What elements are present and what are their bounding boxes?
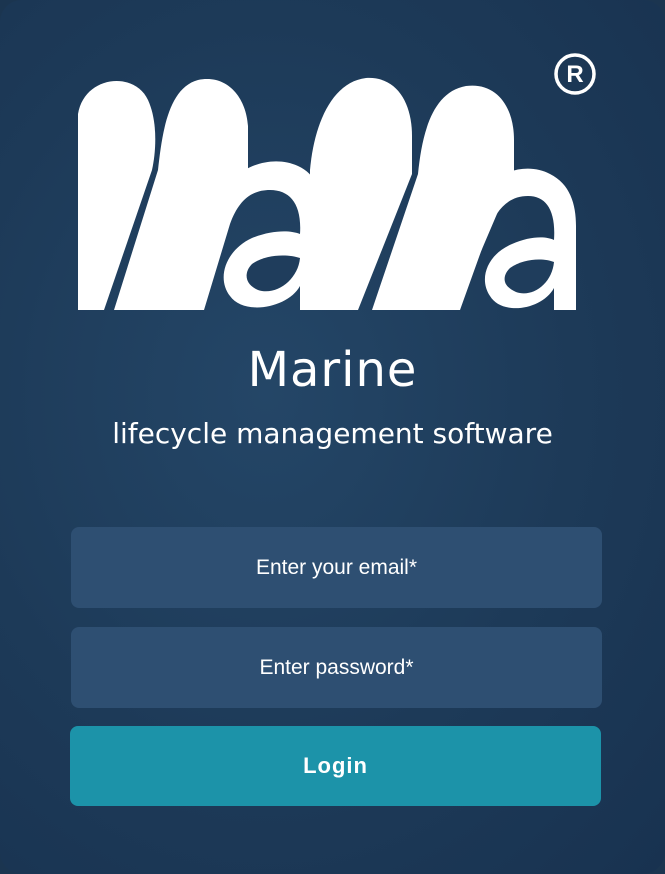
email-field[interactable] xyxy=(71,527,602,608)
login-button[interactable]: Login xyxy=(70,726,601,806)
mama-logo xyxy=(76,74,576,310)
brand-title: Marine xyxy=(247,342,418,398)
registered-trademark-icon: R xyxy=(553,52,597,96)
login-card: R Marine lifecycle management software L… xyxy=(0,0,665,874)
brand-subtitle: lifecycle management software xyxy=(112,417,553,450)
password-field[interactable] xyxy=(71,627,602,708)
svg-text:R: R xyxy=(566,61,583,88)
